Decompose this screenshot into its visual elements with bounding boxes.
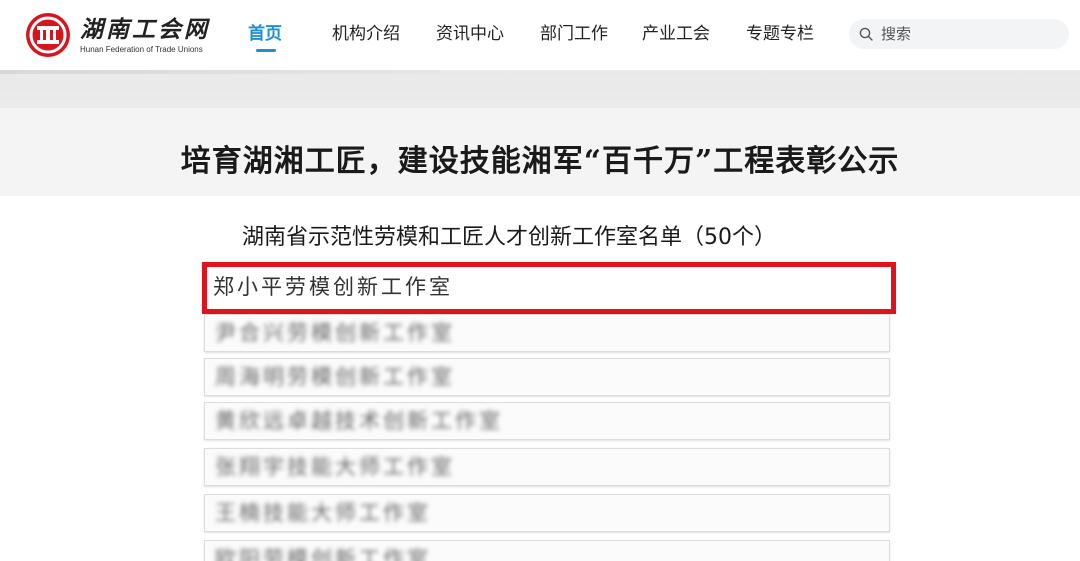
trade-union-emblem-icon (26, 13, 70, 57)
document-subtitle: 湖南省示范性劳模和工匠人才创新工作室名单（50个） (242, 225, 776, 250)
logo-english-name: Hunan Federation of Trade Unions (80, 44, 203, 54)
list-item-text: 张翔宇技能大师工作室 (215, 455, 455, 479)
list-item-text: 尹合兴劳模创新工作室 (215, 321, 455, 345)
list-item-text: 郑小平劳模创新工作室 (213, 275, 453, 299)
page: 湖南工会网 Hunan Federation of Trade Unions 首… (0, 0, 1080, 561)
nav-item-home[interactable]: 首页 (248, 22, 282, 46)
dropdown-shadow (0, 70, 440, 74)
search-icon[interactable] (859, 27, 873, 41)
nav-item-about[interactable]: 机构介绍 (332, 22, 400, 46)
logo-chinese-name: 湖南工会网 (80, 15, 210, 43)
list-item-text: 黄欣远卓越技术创新工作室 (215, 409, 503, 433)
search-input[interactable] (879, 19, 1063, 49)
nav-item-topics[interactable]: 专题专栏 (746, 22, 814, 46)
list-item: 王楠技能大师工作室 (204, 494, 890, 532)
list-item-text: 欧阳劳模创新工作室 (215, 547, 431, 561)
nav-item-news[interactable]: 资讯中心 (436, 22, 504, 46)
banner-strip (0, 70, 1080, 108)
page-title: 培育湖湘工匠，建设技能湘军“百千万”工程表彰公示 (180, 144, 900, 179)
header: 湖南工会网 Hunan Federation of Trade Unions 首… (0, 0, 1080, 70)
list-item-text: 周海明劳模创新工作室 (215, 365, 455, 389)
nav-item-industry-unions[interactable]: 产业工会 (642, 22, 710, 46)
list-item: 黄欣远卓越技术创新工作室 (204, 402, 890, 440)
list-item: 尹合兴劳模创新工作室 (204, 314, 890, 352)
list-item: 欧阳劳模创新工作室 (204, 540, 890, 561)
search-box[interactable] (849, 19, 1069, 49)
list-item: 张翔宇技能大师工作室 (204, 448, 890, 486)
list-item-highlighted: 郑小平劳模创新工作室 (202, 262, 896, 314)
nav-active-indicator (256, 49, 276, 52)
site-logo[interactable]: 湖南工会网 Hunan Federation of Trade Unions (24, 9, 214, 61)
list-item: 周海明劳模创新工作室 (204, 358, 890, 396)
list-item-text: 王楠技能大师工作室 (215, 501, 431, 525)
nav-item-departments[interactable]: 部门工作 (540, 22, 608, 46)
